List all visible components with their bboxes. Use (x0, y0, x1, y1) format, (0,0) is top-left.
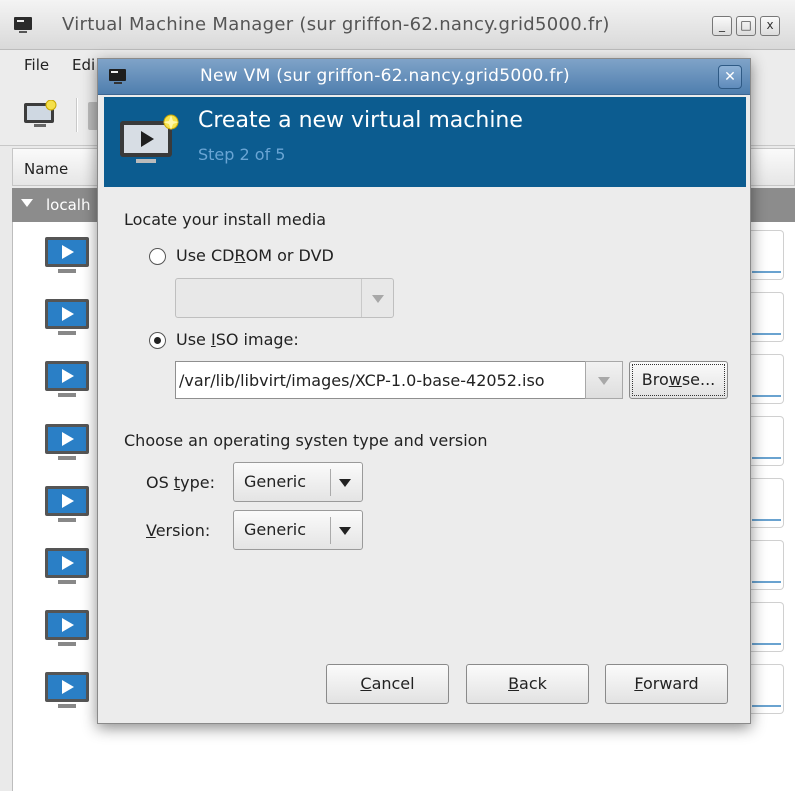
label-text: Use (176, 330, 211, 349)
chevron-down-icon (339, 479, 351, 487)
vm-monitor-icon[interactable] (44, 485, 90, 525)
vm-monitor-icon[interactable] (44, 547, 90, 587)
maximize-button[interactable]: □ (736, 16, 756, 36)
os-type-value: Generic (244, 472, 307, 491)
label-text: ack (519, 674, 547, 693)
expand-triangle-icon[interactable] (21, 199, 33, 207)
cdrom-radio-label[interactable]: Use CDROM or DVD (176, 246, 334, 265)
cdrom-device-combo (175, 278, 394, 318)
iso-radio[interactable] (149, 332, 166, 349)
os-version-value: Generic (244, 520, 307, 539)
mnemonic: F (634, 674, 643, 693)
label-text: OS (146, 473, 174, 492)
host-group-label: localh (46, 196, 91, 214)
iso-radio-label[interactable]: Use ISO image: (176, 330, 299, 349)
label-text: se... (681, 370, 716, 389)
mnemonic: R (234, 246, 246, 265)
label-text: ype: (180, 473, 215, 492)
chevron-down-icon (339, 527, 351, 535)
label-text: SO image: (215, 330, 299, 349)
mnemonic: w (668, 370, 682, 389)
vm-row-stub[interactable] (748, 230, 784, 280)
mnemonic: B (508, 674, 520, 693)
new-vm-icon (120, 114, 179, 163)
vm-monitor-icon[interactable] (44, 236, 90, 276)
mnemonic: V (146, 521, 156, 540)
install-media-heading: Locate your install media (124, 210, 327, 229)
vm-row-stub[interactable] (748, 354, 784, 404)
combo-arrow (361, 279, 393, 317)
os-type-label: OS type: (146, 473, 215, 492)
vm-row-stub[interactable] (748, 602, 784, 652)
back-button[interactable]: Back (466, 664, 589, 704)
label-text: orward (642, 674, 699, 693)
new-vm-dialog: New VM (sur griffon-62.nancy.grid5000.fr… (97, 58, 751, 724)
vm-monitor-icon[interactable] (44, 360, 90, 400)
chevron-down-icon (598, 377, 610, 385)
dialog-title: New VM (sur griffon-62.nancy.grid5000.fr… (200, 66, 570, 86)
menu-file[interactable]: File (24, 56, 49, 74)
os-type-select[interactable]: Generic (233, 462, 363, 502)
iso-path-input[interactable] (176, 362, 585, 398)
vm-monitor-icon[interactable] (44, 298, 90, 338)
os-heading: Choose an operating systen type and vers… (124, 431, 488, 450)
mnemonic: C (360, 674, 372, 693)
vm-monitor-icon[interactable] (44, 423, 90, 463)
banner-step: Step 2 of 5 (198, 145, 286, 164)
menu-edit[interactable]: Edi (72, 56, 95, 74)
close-button[interactable]: x (760, 16, 780, 36)
label-text: Use CD (176, 246, 235, 265)
dialog-close-button[interactable]: ✕ (718, 65, 742, 89)
forward-button[interactable]: Forward (605, 664, 728, 704)
monitor-icon (109, 69, 126, 84)
toolbar-separator (76, 98, 78, 132)
banner-title: Create a new virtual machine (198, 108, 523, 133)
vm-row-stub[interactable] (748, 540, 784, 590)
monitor-icon (14, 17, 32, 33)
label-text: ancel (371, 674, 415, 693)
new-vm-icon[interactable] (22, 100, 58, 132)
minimize-button[interactable]: _ (712, 16, 732, 36)
cancel-button[interactable]: Cancel (326, 664, 449, 704)
label-text: Bro (641, 370, 669, 389)
vm-row-stub[interactable] (748, 292, 784, 342)
combo-separator (330, 517, 331, 544)
vm-monitor-icon[interactable] (44, 609, 90, 649)
label-text: OM or DVD (245, 246, 334, 265)
dialog-header-banner: Create a new virtual machine Step 2 of 5 (104, 97, 746, 187)
vm-row-stub[interactable] (748, 416, 784, 466)
version-label: Version: (146, 521, 210, 540)
browse-button[interactable]: Browse... (629, 361, 728, 399)
column-name[interactable]: Name (24, 160, 68, 178)
main-window-title: Virtual Machine Manager (sur griffon-62.… (62, 14, 610, 35)
iso-history-dropdown[interactable] (585, 361, 623, 399)
combo-separator (330, 469, 331, 496)
vm-row-stub[interactable] (748, 478, 784, 528)
os-version-select[interactable]: Generic (233, 510, 363, 550)
chevron-down-icon (372, 295, 384, 303)
vm-monitor-icon[interactable] (44, 671, 90, 711)
iso-path-field[interactable] (175, 361, 585, 399)
cdrom-radio[interactable] (149, 248, 166, 265)
label-text: ersion: (155, 521, 211, 540)
vm-row-stub[interactable] (748, 664, 784, 714)
